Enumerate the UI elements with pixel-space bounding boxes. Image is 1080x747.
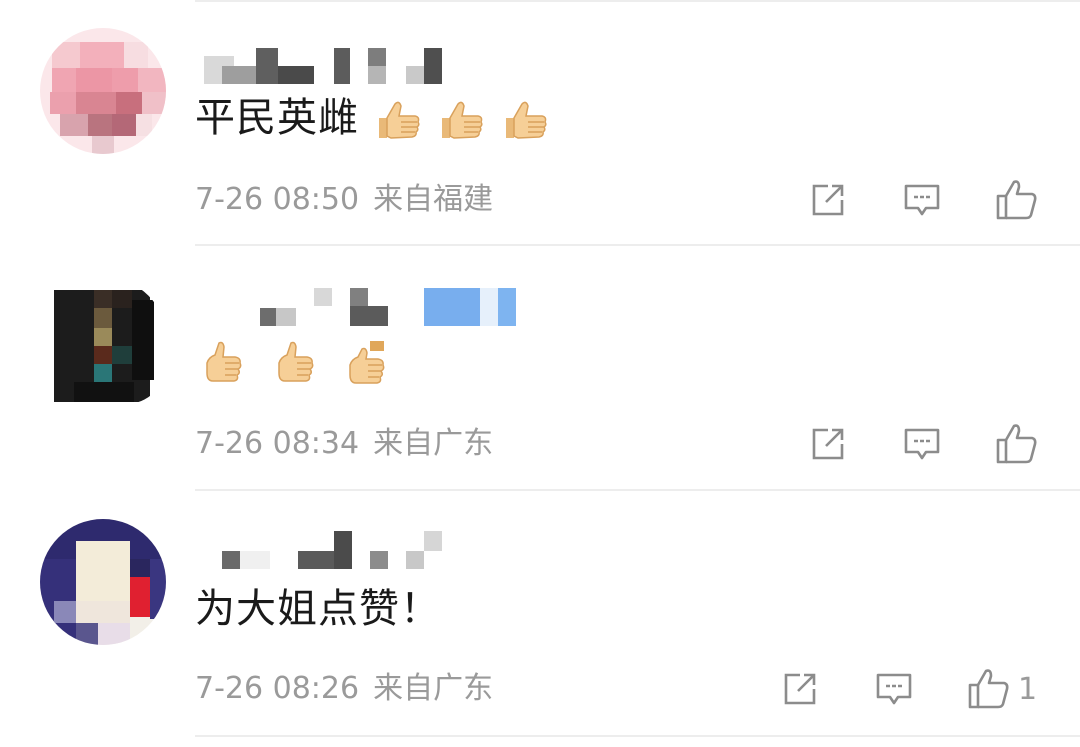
comment-meta: 7-26 08:34 来自广东 [195,426,493,462]
comment-meta: 7-26 08:26 来自广东 [195,671,493,707]
avatar[interactable] [40,28,166,154]
comment-icon [876,673,912,705]
thumbs-up-emoji [344,339,388,389]
repost-button[interactable] [780,665,820,713]
thumbs-up-emoji [273,339,317,389]
comment-text [195,338,388,389]
timestamp: 7-26 08:50 [195,182,360,217]
repost-icon [812,428,844,460]
like-button[interactable] [994,176,1038,224]
like-icon [968,669,1009,709]
username-redacted[interactable] [200,48,530,88]
location: 来自广东 [373,671,494,706]
comment-feed: 平民英雌 7-26 08:50 来自福建 7-26 08:34 来自广东 为大姐… [0,0,1080,747]
like-icon [996,424,1037,464]
username-redacted[interactable] [200,288,530,328]
like-button[interactable] [994,420,1038,468]
comment-item: 7-26 08:34 来自广东 [0,246,1080,491]
thumbs-up-emoji [436,98,486,142]
comment-text: 为大姐点赞！ [195,585,441,633]
location: 来自福建 [373,182,494,217]
divider [195,735,1080,737]
comment-icon [904,184,940,216]
comment-item: 平民英雌 7-26 08:50 来自福建 [0,0,1080,245]
comment-body: 平民英雌 [195,95,359,141]
comment-item: 为大姐点赞！ 7-26 08:26 来自广东 1 [0,491,1080,736]
repost-button[interactable] [808,176,848,224]
repost-icon [784,673,816,705]
thumbs-up-emoji [373,98,423,142]
repost-button[interactable] [808,420,848,468]
timestamp: 7-26 08:34 [195,426,360,461]
comment-button[interactable] [902,420,942,468]
thumbs-up-emoji [500,98,550,142]
comment-meta: 7-26 08:50 来自福建 [195,182,493,218]
username-redacted[interactable] [200,531,530,571]
comment-button[interactable] [902,176,942,224]
repost-icon [812,184,844,216]
like-count: 1 [1018,671,1038,707]
thumbs-up-emoji [201,339,245,389]
avatar[interactable] [40,519,166,645]
avatar[interactable] [40,278,166,404]
comment-actions [800,420,1060,468]
location: 来自广东 [373,426,494,461]
like-icon [996,180,1037,220]
like-button[interactable]: 1 [966,665,1037,713]
comment-actions [800,176,1060,224]
timestamp: 7-26 08:26 [195,671,360,706]
comment-button[interactable] [874,665,914,713]
comment-actions: 1 [772,665,1062,713]
comment-body: 为大姐点赞！ [195,586,441,632]
comment-text: 平民英雌 [195,94,550,142]
comment-icon [904,428,940,460]
